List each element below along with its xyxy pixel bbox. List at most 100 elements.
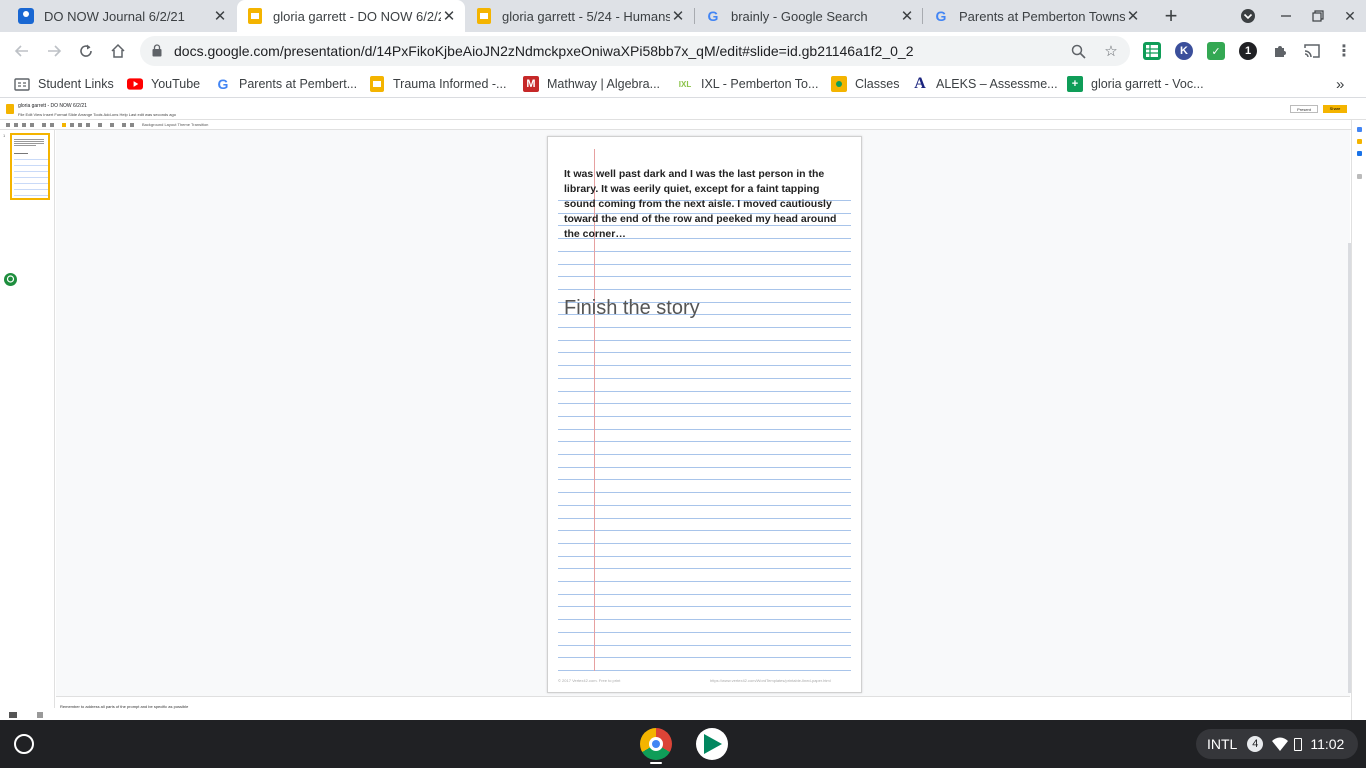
restore-icon[interactable] [1308, 6, 1328, 26]
ruled-line [558, 466, 851, 468]
add-addon-icon[interactable] [1357, 174, 1362, 179]
more-bookmarks-button[interactable]: » [1336, 75, 1344, 93]
bookmark-youtube[interactable]: YouTube [127, 75, 200, 93]
ruled-line [558, 276, 851, 278]
tab-title: brainly - Google Search [731, 8, 868, 24]
apps-folder-icon [14, 76, 30, 92]
close-icon[interactable]: ✕ [441, 8, 457, 25]
google-icon: G [707, 8, 719, 24]
slide-canvas: It was well past dark and I was the last… [56, 130, 1350, 696]
back-icon[interactable] [10, 39, 34, 63]
ruled-line [558, 377, 851, 379]
bookmark-label: IXL - Pemberton To... [701, 77, 819, 91]
tab-do-now-journal[interactable]: DO NOW Journal 6/2/21 ✕ [8, 0, 236, 32]
chrome-icon[interactable] [640, 728, 672, 760]
bookmark-classes[interactable]: Classes [831, 75, 899, 93]
menu-bar[interactable]: File Edit View Insert Format Slide Arran… [18, 112, 176, 117]
tab-humans-slides[interactable]: gloria garrett - 5/24 - Humans ✕ [466, 0, 694, 32]
bookmark-trauma-informed[interactable]: Trauma Informed -... [369, 75, 506, 93]
bookmark-star-icon[interactable]: ☆ [1101, 41, 1121, 61]
url-text: docs.google.com/presentation/d/14PxFikoK… [174, 43, 914, 59]
tasks-icon[interactable] [1357, 151, 1362, 156]
notification-count-badge[interactable]: 4 [1247, 736, 1264, 752]
bookmark-label: Mathway | Algebra... [547, 77, 661, 91]
close-icon[interactable]: ✕ [899, 8, 915, 25]
bookmark-mathway[interactable]: M Mathway | Algebra... [523, 75, 660, 93]
one-extension-icon[interactable]: 1 [1239, 42, 1257, 60]
close-icon[interactable]: ✕ [1125, 8, 1141, 25]
status-tray[interactable]: INTL 4 11:02 [1196, 729, 1358, 759]
speaker-notes[interactable]: Remember to address all parts of the pro… [56, 696, 1350, 720]
clock[interactable]: 11:02 [1310, 736, 1344, 752]
ruled-line [558, 530, 851, 532]
close-window-icon[interactable]: ✕ [1340, 6, 1360, 26]
share-button[interactable]: Share [1323, 105, 1347, 113]
ruled-line [558, 631, 851, 633]
ruled-line [558, 504, 851, 506]
slides-icon [247, 8, 263, 24]
bookmark-aleks[interactable]: A ALEKS – Assessme... [912, 75, 1057, 93]
zoom-icon[interactable] [1068, 41, 1088, 61]
speaker-notes-text: Remember to address all parts of the pro… [60, 704, 189, 709]
story-prompt-text[interactable]: It was well past dark and I was the last… [564, 167, 849, 242]
ruled-line [558, 390, 851, 392]
slide-thumbnail-1[interactable] [10, 133, 50, 200]
bookmark-label: gloria garrett - Voc... [1091, 77, 1204, 91]
keep-icon[interactable] [1357, 139, 1362, 144]
sheets-extension-icon[interactable] [1143, 42, 1161, 60]
tab-title: gloria garrett - DO NOW 6/2/21 [273, 8, 441, 24]
lock-icon [152, 44, 162, 57]
slides-header: gloria garrett - DO NOW 6/2/21 File Edit… [0, 98, 1366, 120]
ruled-line [558, 542, 851, 544]
bookmark-vocab-sheet[interactable]: + gloria garrett - Voc... [1067, 75, 1204, 93]
k-extension-icon[interactable]: K [1175, 42, 1193, 60]
close-icon[interactable]: ✕ [670, 8, 686, 25]
ruled-line [558, 441, 851, 443]
chat-bubble-icon[interactable] [4, 273, 17, 286]
google-icon: G [217, 76, 229, 92]
home-icon[interactable] [106, 39, 130, 63]
instruction-text[interactable]: Finish the story [564, 297, 700, 320]
running-indicator [650, 762, 662, 764]
tab-search-icon[interactable] [1238, 6, 1258, 26]
toolbar-icons[interactable] [6, 122, 136, 128]
slides-toolbar: Background Layout Theme Transition [0, 120, 1366, 130]
new-tab-button[interactable]: + [1159, 3, 1183, 28]
forward-icon[interactable] [42, 39, 66, 63]
extensions-puzzle-icon[interactable] [1271, 42, 1289, 60]
slides-logo-icon[interactable] [6, 104, 14, 114]
classroom-icon [831, 76, 847, 92]
bookmark-student-links[interactable]: Student Links [14, 75, 114, 93]
ruled-line [558, 568, 851, 570]
tab-parents-pemberton[interactable]: G Parents at Pemberton Townsh ✕ [923, 0, 1149, 32]
ruled-line [558, 250, 851, 252]
close-icon[interactable]: ✕ [212, 8, 228, 25]
document-title[interactable]: gloria garrett - DO NOW 6/2/21 [18, 103, 87, 109]
tab-do-now-slides[interactable]: gloria garrett - DO NOW 6/2/21 ✕ [237, 0, 465, 32]
cast-icon[interactable] [1303, 42, 1321, 60]
ruled-line [558, 669, 851, 671]
checklist-extension-icon[interactable]: ✓ [1207, 42, 1225, 60]
reload-icon[interactable] [74, 39, 98, 63]
aleks-icon: A [914, 75, 926, 92]
menu-kebab-icon[interactable]: ⋮ [1335, 42, 1353, 60]
address-bar[interactable]: docs.google.com/presentation/d/14PxFikoK… [140, 36, 1130, 66]
tab-strip: DO NOW Journal 6/2/21 ✕ gloria garrett -… [0, 0, 1366, 32]
ruled-line [558, 479, 851, 481]
youtube-icon [127, 76, 143, 92]
ruled-line [558, 581, 851, 582]
toolbar-options[interactable]: Background Layout Theme Transition [142, 122, 208, 127]
tab-brainly-search[interactable]: G brainly - Google Search ✕ [695, 0, 923, 32]
keyboard-layout[interactable]: INTL [1207, 736, 1237, 752]
launcher-icon[interactable] [14, 734, 34, 754]
thumbnail-number: 1 [3, 133, 6, 138]
bookmark-label: Classes [855, 77, 900, 91]
present-button[interactable]: Present [1290, 105, 1318, 113]
filmstrip-view-icon [9, 712, 17, 718]
minimize-icon[interactable] [1276, 6, 1296, 26]
ruled-line [558, 327, 851, 328]
calendar-icon[interactable] [1357, 127, 1362, 132]
slide[interactable]: It was well past dark and I was the last… [547, 136, 862, 693]
bookmark-ixl[interactable]: IXL IXL - Pemberton To... [677, 75, 819, 93]
bookmark-parents-pemberton[interactable]: G Parents at Pembert... [215, 75, 358, 93]
